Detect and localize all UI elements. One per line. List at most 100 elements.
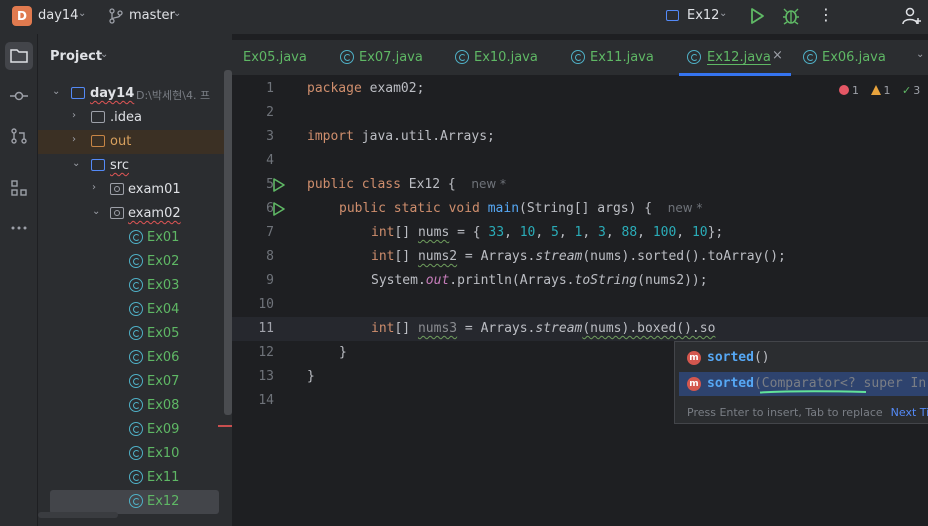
panel-title[interactable]: Project	[50, 49, 102, 64]
chevron-down-icon[interactable]: ⌄	[92, 206, 100, 217]
tree-label: Ex01	[147, 230, 180, 245]
class-icon	[129, 446, 143, 460]
tree-label: Ex12	[147, 494, 180, 509]
folder-icon	[91, 111, 105, 123]
run-config-selector[interactable]: Ex12	[687, 8, 719, 23]
line-number: 9	[266, 273, 274, 288]
run-icon[interactable]	[748, 7, 766, 25]
project-badge[interactable]: D	[12, 6, 32, 26]
chevron-right-icon[interactable]: ›	[92, 182, 96, 193]
tree-item-src[interactable]: ⌄ src	[38, 154, 232, 178]
structure-icon[interactable]	[5, 174, 33, 202]
tree-root-day14[interactable]: ⌄ day14 D:\박세현\4. 프	[38, 82, 232, 106]
class-icon	[129, 422, 143, 436]
chevron-down-icon[interactable]: ⌄	[78, 8, 86, 19]
code-line: }	[339, 345, 347, 360]
run-gutter-icon[interactable]	[272, 178, 286, 192]
chevron-down-icon[interactable]: ⌄	[173, 8, 181, 19]
panel-scrollbar[interactable]	[224, 70, 232, 415]
run-config-icon	[666, 10, 679, 21]
code-line: }	[307, 369, 315, 384]
tree-item-exam01[interactable]: › exam01	[38, 178, 232, 202]
module-folder-icon	[71, 87, 85, 99]
tab-ex05[interactable]: Ex05.java	[232, 40, 332, 76]
tab-ex07[interactable]: Ex07.java	[332, 40, 444, 76]
debug-icon[interactable]	[782, 6, 800, 26]
chevron-down-icon[interactable]: ⌄	[72, 158, 80, 169]
next-tip-link[interactable]: Next Tip	[891, 406, 928, 419]
tool-window-strip	[0, 34, 38, 526]
line-number: 2	[266, 105, 274, 120]
tree-item-class[interactable]: Ex03	[38, 274, 232, 298]
tree-item-class[interactable]: Ex06	[38, 346, 232, 370]
warning-icon	[870, 85, 881, 95]
line-number: 4	[266, 153, 274, 168]
tree-item-class[interactable]: Ex01	[38, 226, 232, 250]
class-icon	[129, 254, 143, 268]
excluded-folder-icon	[91, 135, 105, 147]
tree-path: D:\박세현\4. 프	[136, 89, 211, 102]
completion-item[interactable]: m sorted()	[679, 346, 928, 370]
inspection-widget[interactable]: 1 1 ✓ 3	[839, 84, 928, 100]
tab-label: Ex07.java	[359, 50, 423, 65]
horizontal-scrollbar[interactable]	[38, 512, 118, 518]
tree-item-class[interactable]: Ex02	[38, 250, 232, 274]
close-icon[interactable]: ×	[772, 48, 783, 63]
tab-ex12[interactable]: Ex12.java ×	[679, 40, 791, 76]
class-icon	[687, 50, 701, 64]
chevron-down-icon[interactable]: ⌄	[100, 49, 108, 60]
project-name[interactable]: day14	[38, 8, 78, 23]
tree-item-class[interactable]: Ex09	[38, 418, 232, 442]
add-user-icon[interactable]	[902, 6, 922, 26]
tab-ex06[interactable]: Ex06.java	[795, 40, 907, 76]
class-icon	[340, 50, 354, 64]
method-icon: m	[687, 377, 701, 391]
tree-item-class[interactable]: Ex11	[38, 466, 232, 490]
title-bar: D day14 ⌄ master ⌄ Ex12 ⌄ ⋮	[0, 0, 928, 34]
completion-footer: Press Enter to insert, Tab to replace Nex…	[687, 406, 928, 419]
chevron-down-icon[interactable]: ⌄	[916, 49, 924, 60]
tab-ex10[interactable]: Ex10.java	[447, 40, 559, 76]
chevron-right-icon[interactable]: ›	[72, 134, 76, 145]
more-vertical-icon[interactable]: ⋮	[818, 5, 834, 27]
tree-item-class-selected[interactable]: Ex12	[50, 490, 219, 514]
error-marker	[218, 425, 232, 427]
line-number: 3	[266, 129, 274, 144]
class-icon	[571, 50, 585, 64]
tree-item-exam02[interactable]: ⌄ exam02	[38, 202, 232, 226]
tree-item-class[interactable]: Ex04	[38, 298, 232, 322]
class-icon	[803, 50, 817, 64]
tree-label: Ex03	[147, 278, 180, 293]
editor-tabs: Ex05.java Ex07.java Ex10.java Ex11.java …	[232, 40, 928, 76]
error-count[interactable]: 1	[839, 84, 859, 97]
run-gutter-icon[interactable]	[272, 202, 286, 216]
project-folder-icon[interactable]	[5, 42, 33, 70]
tree-item-class[interactable]: Ex08	[38, 394, 232, 418]
tree-label: out	[110, 134, 132, 149]
ok-count[interactable]: ✓ 3	[902, 84, 920, 97]
commit-icon[interactable]	[5, 82, 33, 110]
git-branch-icon[interactable]	[108, 7, 124, 25]
tree-item-class[interactable]: Ex07	[38, 370, 232, 394]
tree-label: Ex08	[147, 398, 180, 413]
class-icon	[129, 494, 143, 508]
pull-requests-icon[interactable]	[5, 122, 33, 150]
tree-item-idea[interactable]: › .idea	[38, 106, 232, 130]
warning-count[interactable]: 1	[870, 84, 891, 97]
tree-label: Ex09	[147, 422, 180, 437]
line-number: 12	[258, 345, 274, 360]
chevron-right-icon[interactable]: ›	[72, 110, 76, 121]
tree-label: Ex11	[147, 470, 180, 485]
tab-ex11[interactable]: Ex11.java	[563, 40, 675, 76]
line-number: 14	[258, 393, 274, 408]
chevron-down-icon[interactable]: ⌄	[719, 8, 727, 19]
chevron-down-icon[interactable]: ⌄	[52, 86, 60, 97]
tree-item-class[interactable]: Ex10	[38, 442, 232, 466]
code-editor[interactable]: 1 1 ✓ 3 1 2 3 4 5 6 7 8 9 10 11 12 13 14 …	[232, 76, 928, 526]
tree-item-out[interactable]: › out	[38, 130, 232, 154]
tree-label: src	[110, 158, 129, 173]
method-icon: m	[687, 351, 701, 365]
tree-item-class[interactable]: Ex05	[38, 322, 232, 346]
more-tools-icon[interactable]	[5, 214, 33, 242]
branch-name[interactable]: master	[129, 8, 175, 23]
